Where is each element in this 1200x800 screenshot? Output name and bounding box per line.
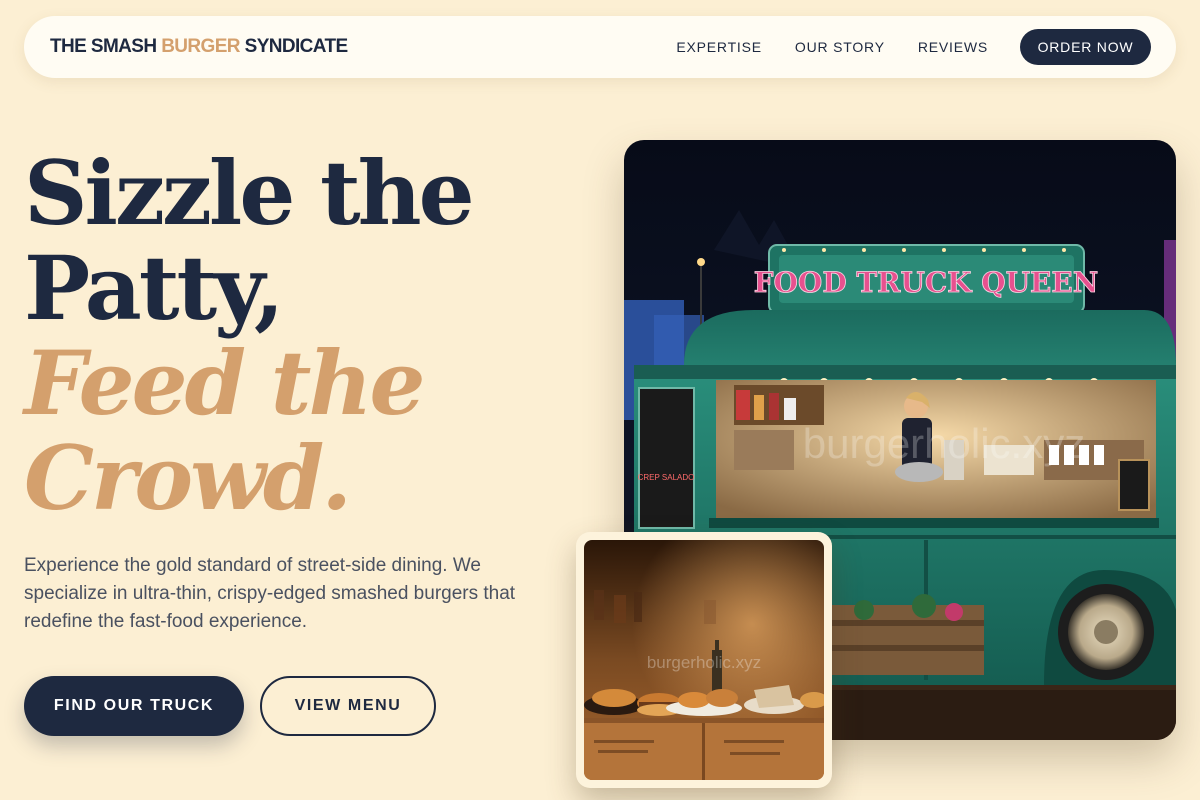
truck-sign-text: FOOD TRUCK QUEEN: [754, 266, 1099, 299]
burger-food-photo: burgerholic.xyz: [576, 532, 832, 788]
nav-link-reviews[interactable]: REVIEWS: [918, 39, 988, 55]
hero-description: Experience the gold standard of street-s…: [24, 555, 516, 632]
top-navbar: THE SMASH BURGER SYNDICATE EXPERTISE OUR…: [24, 16, 1176, 78]
brand-part-1: THE SMASH: [50, 36, 162, 57]
food-watermark: burgerholic.xyz: [647, 653, 761, 672]
truck-watermark: burgerholic.xyz: [803, 420, 1085, 467]
headline-line-2: Patty,: [24, 236, 284, 340]
brand-part-2: SYNDICATE: [239, 36, 349, 57]
nav-links: EXPERTISE OUR STORY REVIEWS ORDER NOW: [676, 29, 1151, 65]
view-menu-button[interactable]: VIEW MENU: [260, 676, 436, 736]
nav-link-expertise[interactable]: EXPERTISE: [676, 39, 762, 55]
headline-line-4: Crowd.: [24, 426, 352, 530]
order-now-button[interactable]: ORDER NOW: [1020, 29, 1151, 65]
brand-accent: BURGER: [161, 36, 240, 57]
headline-line-3: Feed the: [24, 331, 425, 435]
menu-board-text: CREP SALADO: [638, 473, 695, 482]
find-our-truck-button[interactable]: FIND OUR TRUCK: [24, 676, 244, 736]
headline-line-1: Sizzle the: [24, 141, 475, 245]
hero-headline: Sizzle the Patty, Feed the Crowd.: [24, 146, 584, 526]
nav-link-our-story[interactable]: OUR STORY: [795, 39, 885, 55]
brand-logo[interactable]: THE SMASH BURGER SYNDICATE: [50, 36, 348, 58]
